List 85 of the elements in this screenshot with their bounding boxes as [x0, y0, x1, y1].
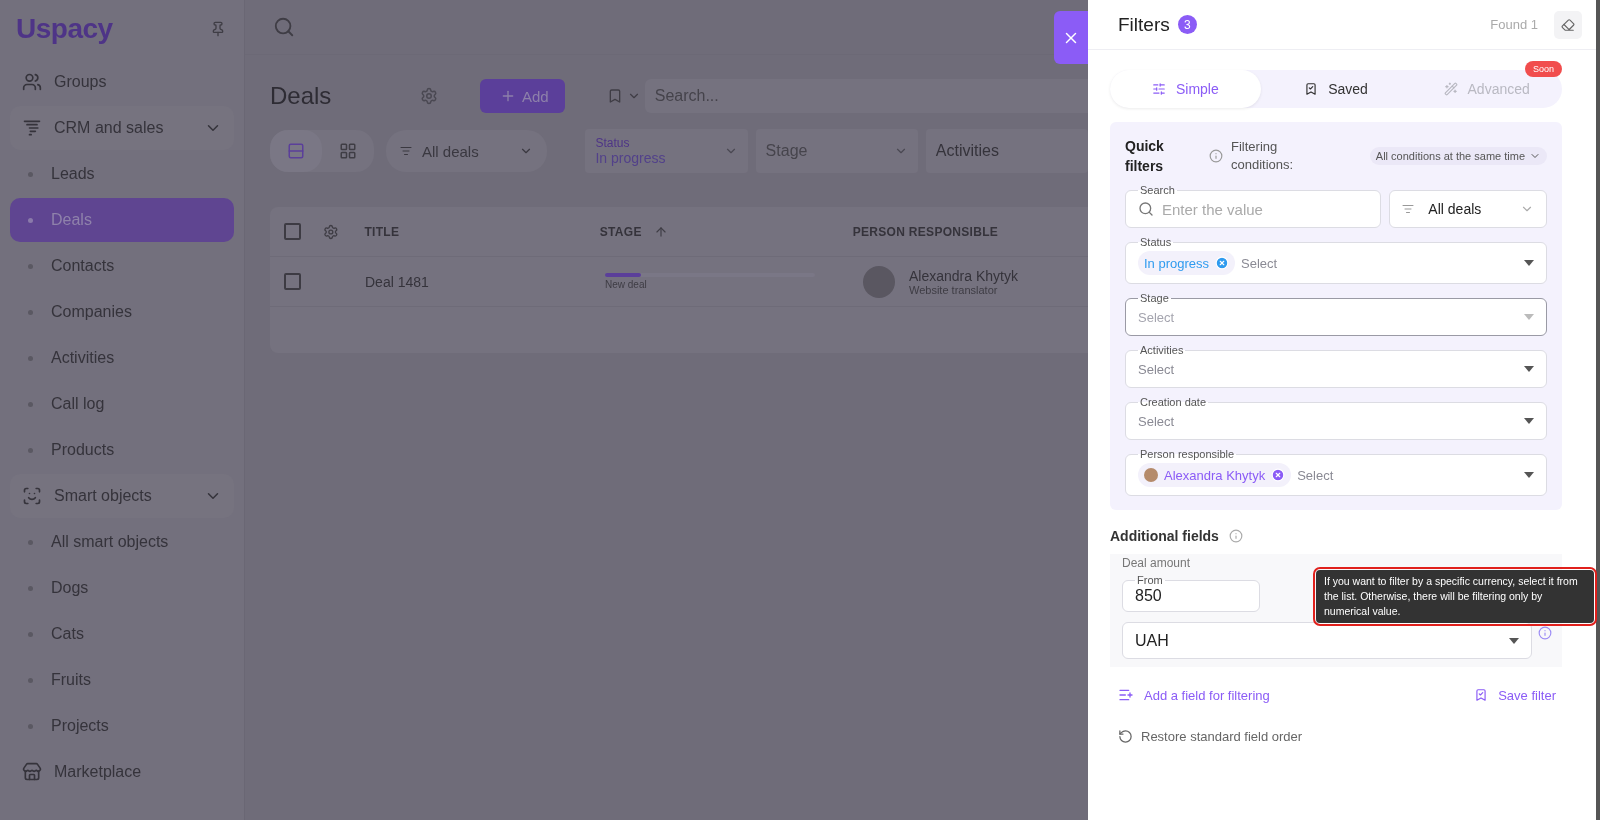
list-plus-icon: [1118, 687, 1134, 703]
remove-icon[interactable]: [1271, 468, 1286, 482]
settings-icon[interactable]: [420, 87, 438, 105]
filter-dropdown[interactable]: Activities: [925, 129, 1088, 173]
filter-count: 3: [1177, 15, 1197, 34]
person-name: Alexandra Khytyk: [909, 267, 1018, 284]
avatar: [1144, 468, 1158, 482]
checkbox[interactable]: [284, 223, 301, 240]
info-icon[interactable]: [1538, 626, 1552, 640]
sidebar-item[interactable]: Groups: [10, 60, 234, 104]
logo[interactable]: Uspacy: [16, 13, 113, 45]
conditions-label: Filtering conditions:: [1231, 138, 1295, 174]
caret-icon: [1524, 366, 1534, 372]
avatar: [863, 265, 895, 298]
sidebar-item[interactable]: Activities: [10, 336, 234, 380]
sidebar-item[interactable]: Cats: [10, 612, 234, 656]
clear-button[interactable]: [1554, 10, 1582, 39]
list-view-icon: [287, 142, 305, 160]
eraser-icon: [1561, 17, 1575, 32]
scope-dropdown[interactable]: All deals: [1389, 190, 1547, 228]
column-header[interactable]: STAGE: [599, 224, 642, 239]
filter-chip[interactable]: Alexandra Khytyk: [1138, 463, 1292, 487]
filter-tab[interactable]: Saved: [1260, 70, 1412, 108]
sidebar-item[interactable]: Call log: [10, 382, 234, 426]
sidebar-item[interactable]: Fruits: [10, 658, 234, 702]
person-role: Website translator: [909, 283, 998, 296]
sidebar-item[interactable]: Deals: [10, 198, 234, 242]
caret-icon: [1524, 418, 1534, 424]
restore-button[interactable]: Restore standard field order: [1118, 729, 1562, 744]
restore-icon: [1118, 729, 1133, 744]
conditions-dropdown[interactable]: All conditions at the same time: [1369, 147, 1547, 165]
wand-icon: [1443, 82, 1458, 96]
sidebar-item[interactable]: Marketplace: [10, 750, 234, 794]
filter-chip[interactable]: In progress: [1138, 251, 1236, 275]
currency-select[interactable]: UAH: [1122, 622, 1532, 659]
caret-icon: [1524, 260, 1534, 266]
column-header[interactable]: TITLE: [364, 224, 400, 239]
view-toggle[interactable]: [270, 130, 322, 172]
pin-icon[interactable]: [210, 21, 226, 37]
sidebar-item[interactable]: Companies: [10, 290, 234, 334]
settings-icon[interactable]: [322, 223, 339, 240]
scan-icon: [22, 486, 42, 506]
info-icon[interactable]: [1209, 149, 1223, 163]
caret-icon: [1524, 472, 1534, 478]
sidebar-item[interactable]: All smart objects: [10, 520, 234, 564]
save-filter-link[interactable]: Save filter: [1474, 687, 1556, 703]
info-icon[interactable]: [1228, 529, 1243, 543]
search-icon[interactable]: [273, 16, 295, 38]
section-title: Additional fields: [1110, 528, 1219, 544]
sidebar-item[interactable]: Products: [10, 428, 234, 472]
grid-view-icon: [339, 142, 357, 160]
funnel-icon: [22, 118, 42, 138]
close-button[interactable]: [1054, 11, 1088, 64]
users-icon: [22, 72, 42, 92]
page-title: Deals: [270, 82, 333, 110]
search-icon: [1138, 201, 1154, 217]
bookmark-icon: [1474, 688, 1489, 702]
caret-icon: [1524, 314, 1534, 320]
sidebar-item[interactable]: Leads: [10, 152, 234, 196]
scope-dropdown[interactable]: All deals: [386, 130, 548, 172]
sliders-icon: [1151, 82, 1166, 96]
panel-title: Filters: [1118, 13, 1170, 36]
add-field-link[interactable]: Add a field for filtering: [1118, 687, 1270, 703]
tooltip: If you want to filter by a specific currency, select it from the list. Otherwise, there will be filtering only by numerical value.: [1316, 570, 1594, 623]
filter-tab[interactable]: Simple: [1110, 70, 1261, 108]
table-cell: Deal 1481: [365, 273, 429, 290]
sidebar-item[interactable]: Dogs: [10, 566, 234, 610]
remove-icon[interactable]: [1215, 256, 1230, 270]
sidebar-item[interactable]: Contacts: [10, 244, 234, 288]
column-header[interactable]: PERSON RESPONSIBLE: [852, 224, 999, 239]
store-icon: [22, 762, 42, 782]
sort-icon[interactable]: [653, 224, 668, 239]
section-title: Quick filters: [1125, 137, 1165, 176]
add-button[interactable]: Add: [480, 79, 565, 113]
field-label: Deal amount: [1122, 556, 1192, 570]
caret-icon: [1509, 637, 1519, 644]
sidebar-item[interactable]: Projects: [10, 704, 234, 748]
checkbox[interactable]: [284, 273, 301, 290]
plus-icon: [500, 88, 516, 104]
bookmark-icon: [1304, 82, 1319, 96]
filter-icon: [1402, 203, 1415, 215]
text-input[interactable]: Enter the value: [1160, 199, 1369, 219]
soon-badge: Soon: [1524, 61, 1562, 77]
filter-icon: [400, 145, 412, 157]
found-count: Found 1: [1490, 17, 1538, 32]
